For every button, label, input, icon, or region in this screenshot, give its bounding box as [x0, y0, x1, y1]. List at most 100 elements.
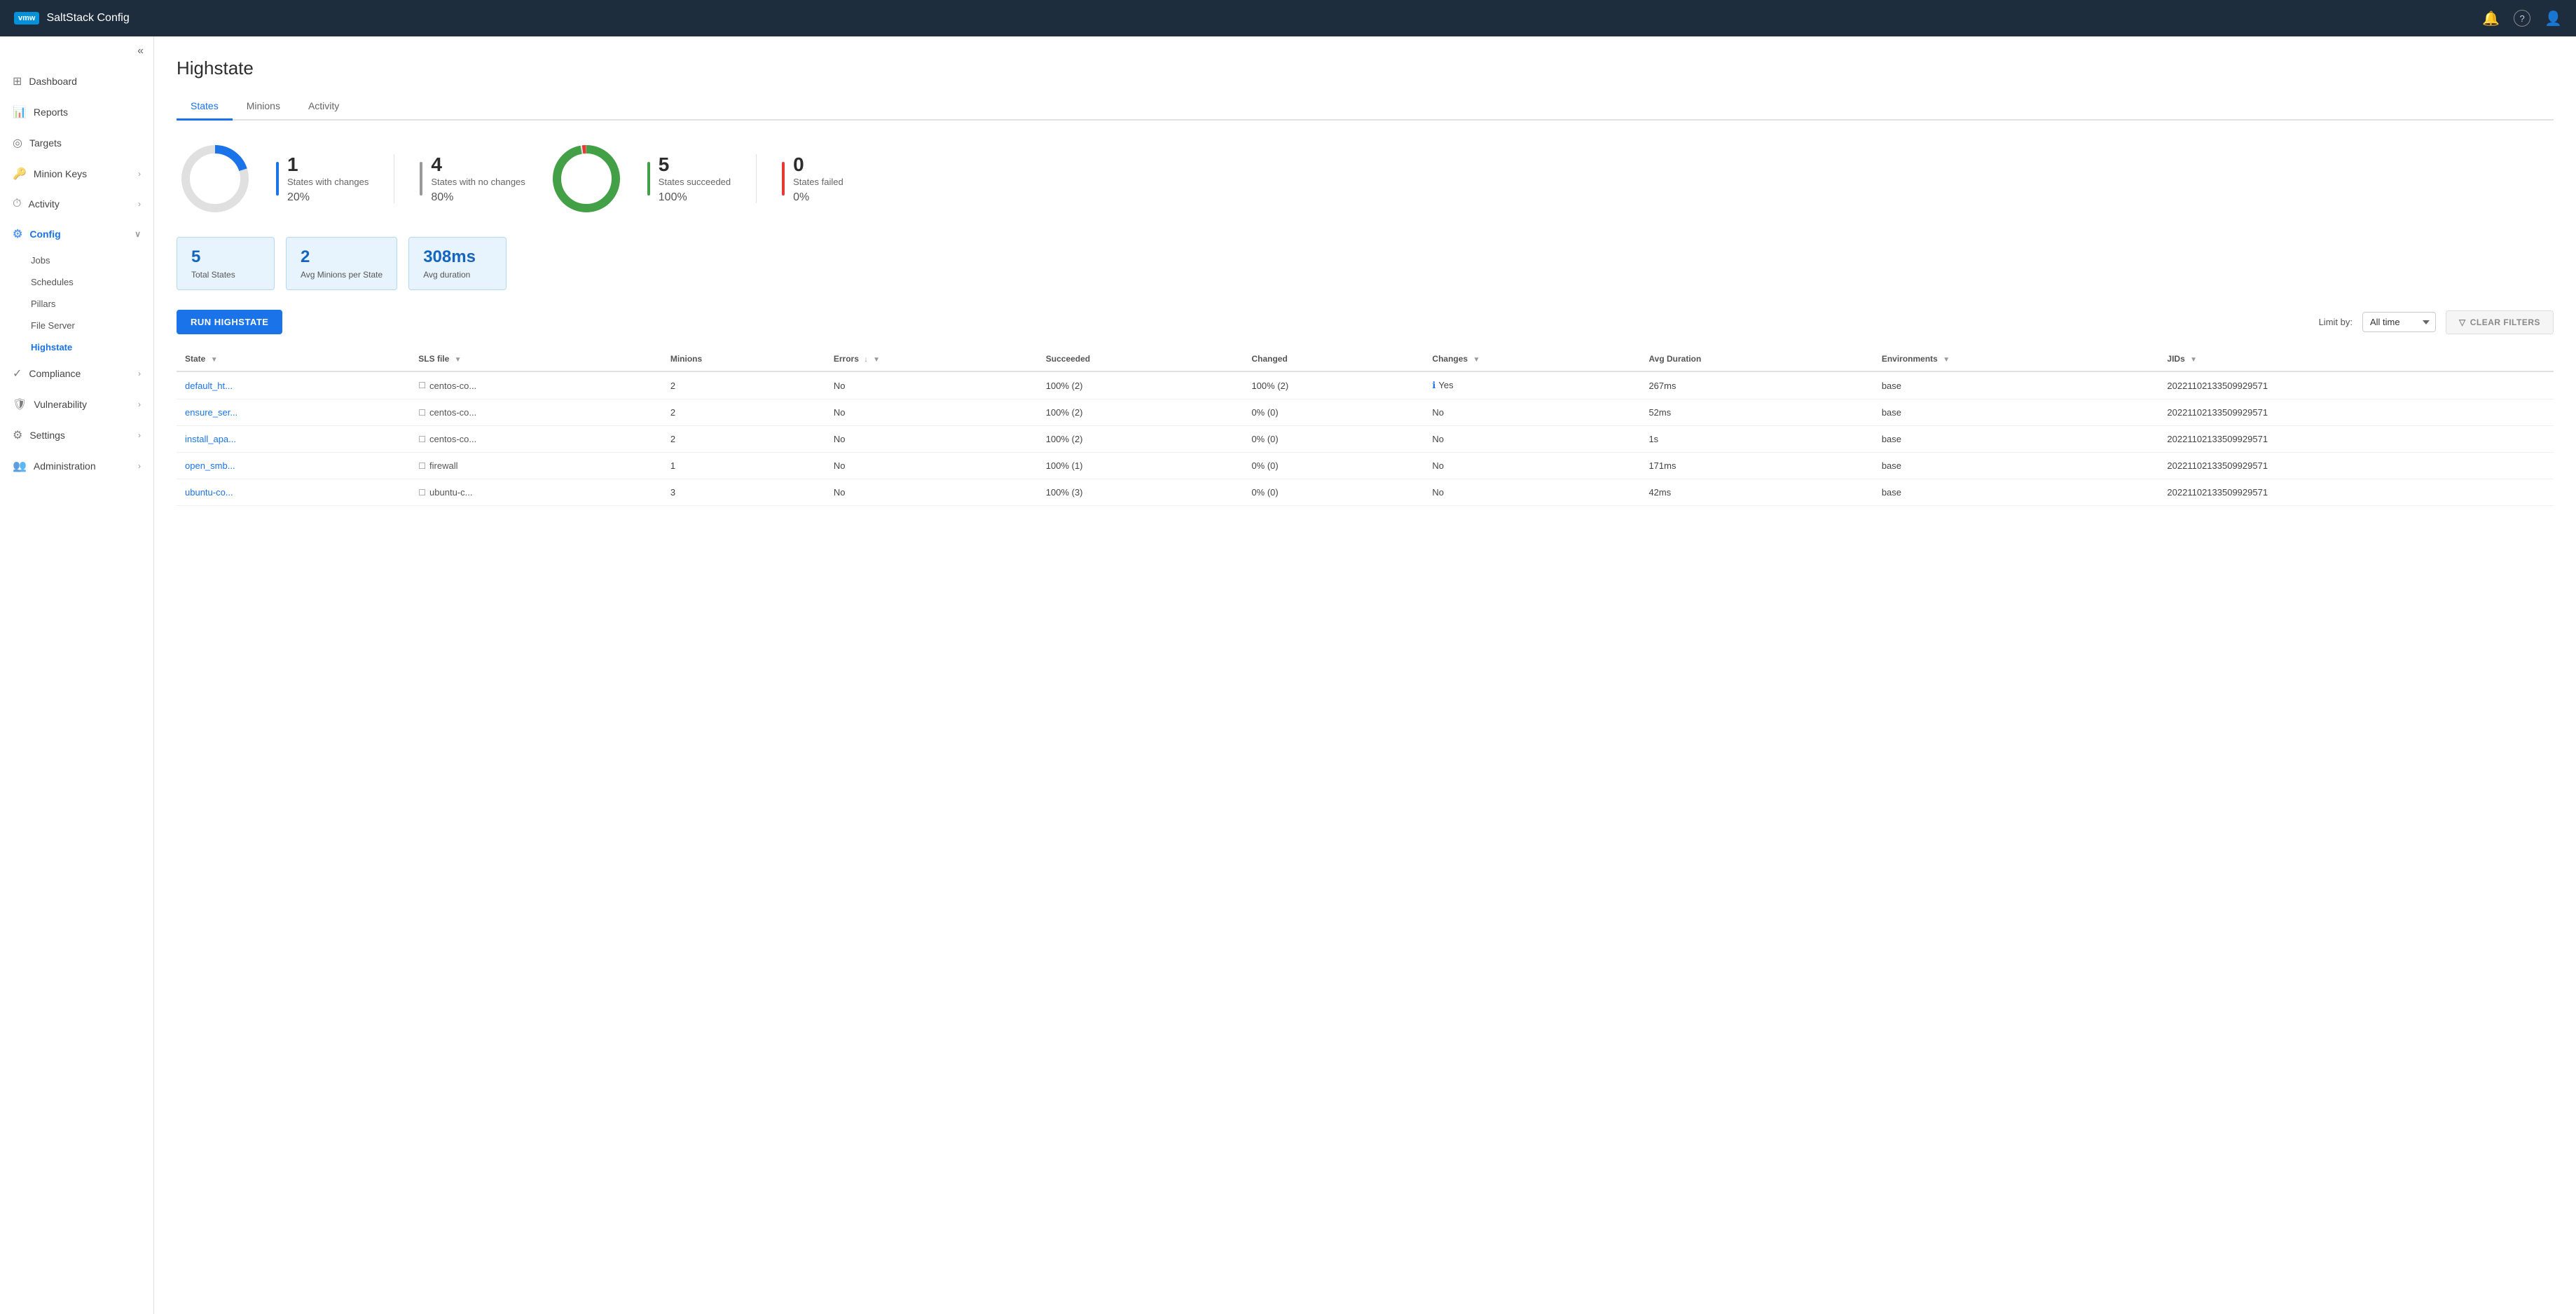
col-changes[interactable]: Changes ▼	[1424, 347, 1640, 371]
cell-errors: No	[825, 399, 1038, 426]
topnav-brand: vmw SaltStack Config	[14, 12, 130, 25]
main-content: Highstate States Minions Activity	[154, 36, 2576, 1314]
sidebar-item-settings[interactable]: ⚙ Settings ›	[0, 420, 153, 451]
avg-minions-value: 2	[301, 247, 383, 267]
metric-avg-minions: 2 Avg Minions per State	[286, 237, 397, 290]
changes-percent: 20%	[287, 191, 369, 204]
clear-filters-button[interactable]: ▽ CLEAR FILTERS	[2446, 310, 2554, 334]
filter-area: Limit by: All time Last hour Last day La…	[2319, 310, 2554, 334]
cell-changes: No	[1424, 399, 1640, 426]
cell-changed: 0% (0)	[1243, 426, 1424, 453]
sidebar-item-targets[interactable]: ◎ Targets	[0, 128, 153, 158]
cell-jids: 20221102133509929571	[2158, 371, 2554, 399]
state-link[interactable]: install_apa...	[185, 434, 236, 444]
errors-filter-icon[interactable]: ▼	[873, 356, 880, 364]
no-changes-count: 4	[431, 153, 525, 176]
sidebar-item-compliance[interactable]: ✓ Compliance ›	[0, 358, 153, 389]
sidebar-item-config[interactable]: ⚙ Config ∨	[0, 219, 153, 249]
tab-states[interactable]: States	[177, 93, 233, 121]
cell-avg-duration: 52ms	[1640, 399, 1873, 426]
succeeded-bar	[647, 162, 650, 196]
sidebar-item-label: Activity	[28, 198, 59, 210]
avg-minions-label: Avg Minions per State	[301, 270, 383, 280]
cell-succeeded: 100% (3)	[1038, 479, 1244, 506]
jids-filter-icon[interactable]: ▼	[2190, 356, 2197, 364]
topnav-actions: 🔔 ? 👤	[2482, 10, 2562, 27]
filter-icon: ▽	[2459, 317, 2466, 327]
cell-changes: No	[1424, 453, 1640, 479]
sidebar-item-label: Targets	[29, 137, 62, 149]
sidebar-item-activity[interactable]: ⏱ Activity ›	[0, 189, 153, 219]
env-filter-icon[interactable]: ▼	[1943, 356, 1950, 364]
cell-environments: base	[1873, 371, 2159, 399]
tab-activity[interactable]: Activity	[294, 93, 353, 121]
cell-state: ubuntu-co...	[177, 479, 410, 506]
cell-jids: 20221102133509929571	[2158, 399, 2554, 426]
notification-icon[interactable]: 🔔	[2482, 10, 2500, 27]
help-icon[interactable]: ?	[2514, 10, 2530, 27]
limit-select[interactable]: All time Last hour Last day Last week La…	[2362, 312, 2436, 332]
col-environments[interactable]: Environments ▼	[1873, 347, 2159, 371]
cell-environments: base	[1873, 479, 2159, 506]
cell-jids: 20221102133509929571	[2158, 426, 2554, 453]
col-sls-file[interactable]: SLS file ▼	[410, 347, 662, 371]
sidebar-item-vulnerability[interactable]: 🛡 Vulnerability ›	[0, 389, 153, 420]
changes-filter-icon[interactable]: ▼	[1473, 356, 1480, 364]
state-link[interactable]: ubuntu-co...	[185, 487, 233, 498]
sidebar-item-minion-keys[interactable]: 🔑 Minion Keys ›	[0, 158, 153, 189]
chevron-down-icon: ∨	[135, 229, 141, 239]
failed-count: 0	[793, 153, 843, 176]
sidebar-subitem-file-server[interactable]: File Server	[0, 315, 153, 336]
sidebar-item-label: Reports	[34, 107, 68, 118]
cell-errors: No	[825, 479, 1038, 506]
changes-count: 1	[287, 153, 369, 176]
total-states-label: Total States	[191, 270, 260, 280]
sidebar-item-label: Dashboard	[29, 76, 77, 87]
col-avg-duration: Avg Duration	[1640, 347, 1873, 371]
settings-icon: ⚙	[13, 428, 22, 442]
failed-percent: 0%	[793, 191, 843, 204]
compliance-icon: ✓	[13, 367, 22, 381]
cell-jids: 20221102133509929571	[2158, 453, 2554, 479]
sidebar-collapse-button[interactable]: «	[0, 36, 153, 66]
tab-minions[interactable]: Minions	[233, 93, 294, 121]
col-succeeded: Succeeded	[1038, 347, 1244, 371]
sidebar-item-label: Minion Keys	[34, 168, 87, 179]
cell-changed: 0% (0)	[1243, 453, 1424, 479]
minion-keys-icon: 🔑	[13, 167, 27, 181]
sidebar-subitem-schedules[interactable]: Schedules	[0, 271, 153, 293]
cell-errors: No	[825, 426, 1038, 453]
config-icon: ⚙	[13, 227, 22, 241]
sls-filter-icon[interactable]: ▼	[455, 356, 462, 364]
state-link[interactable]: ensure_ser...	[185, 407, 237, 418]
sidebar-item-dashboard[interactable]: ⊞ Dashboard	[0, 66, 153, 97]
col-jids[interactable]: JIDs ▼	[2158, 347, 2554, 371]
col-state[interactable]: State ▼	[177, 347, 410, 371]
sidebar-item-administration[interactable]: 👥 Administration ›	[0, 451, 153, 481]
sidebar-subitem-highstate[interactable]: Highstate	[0, 336, 153, 358]
run-highstate-button[interactable]: RUN HIGHSTATE	[177, 310, 282, 334]
stats-row: 1 States with changes 20% 4 States with …	[177, 140, 2554, 217]
no-changes-bar	[420, 162, 422, 196]
sidebar-item-reports[interactable]: 📊 Reports	[0, 97, 153, 128]
main-layout: « ⊞ Dashboard 📊 Reports ◎ Targets 🔑 Mini…	[0, 36, 2576, 1314]
sidebar-subitem-pillars[interactable]: Pillars	[0, 293, 153, 315]
cell-environments: base	[1873, 399, 2159, 426]
table-row: default_ht... ☐centos-co... 2 No 100% (2…	[177, 371, 2554, 399]
succeeded-label: States succeeded	[659, 176, 731, 189]
errors-sort-icon[interactable]: ↓	[864, 355, 868, 364]
cell-succeeded: 100% (2)	[1038, 399, 1244, 426]
failed-label: States failed	[793, 176, 843, 189]
donut-chart-success	[548, 140, 625, 217]
changes-block: 1 States with changes 20%	[287, 153, 369, 204]
user-icon[interactable]: 👤	[2544, 10, 2562, 27]
state-filter-icon[interactable]: ▼	[211, 356, 218, 364]
state-link[interactable]: default_ht...	[185, 381, 233, 391]
donut-chart-changes	[177, 140, 254, 217]
chevron-right-icon: ›	[138, 369, 141, 378]
state-link[interactable]: open_smb...	[185, 460, 235, 471]
sidebar-subitem-jobs[interactable]: Jobs	[0, 249, 153, 271]
col-errors[interactable]: Errors ↓ ▼	[825, 347, 1038, 371]
administration-icon: 👥	[13, 459, 27, 473]
table-row: open_smb... ☐firewall 1 No 100% (1) 0% (…	[177, 453, 2554, 479]
